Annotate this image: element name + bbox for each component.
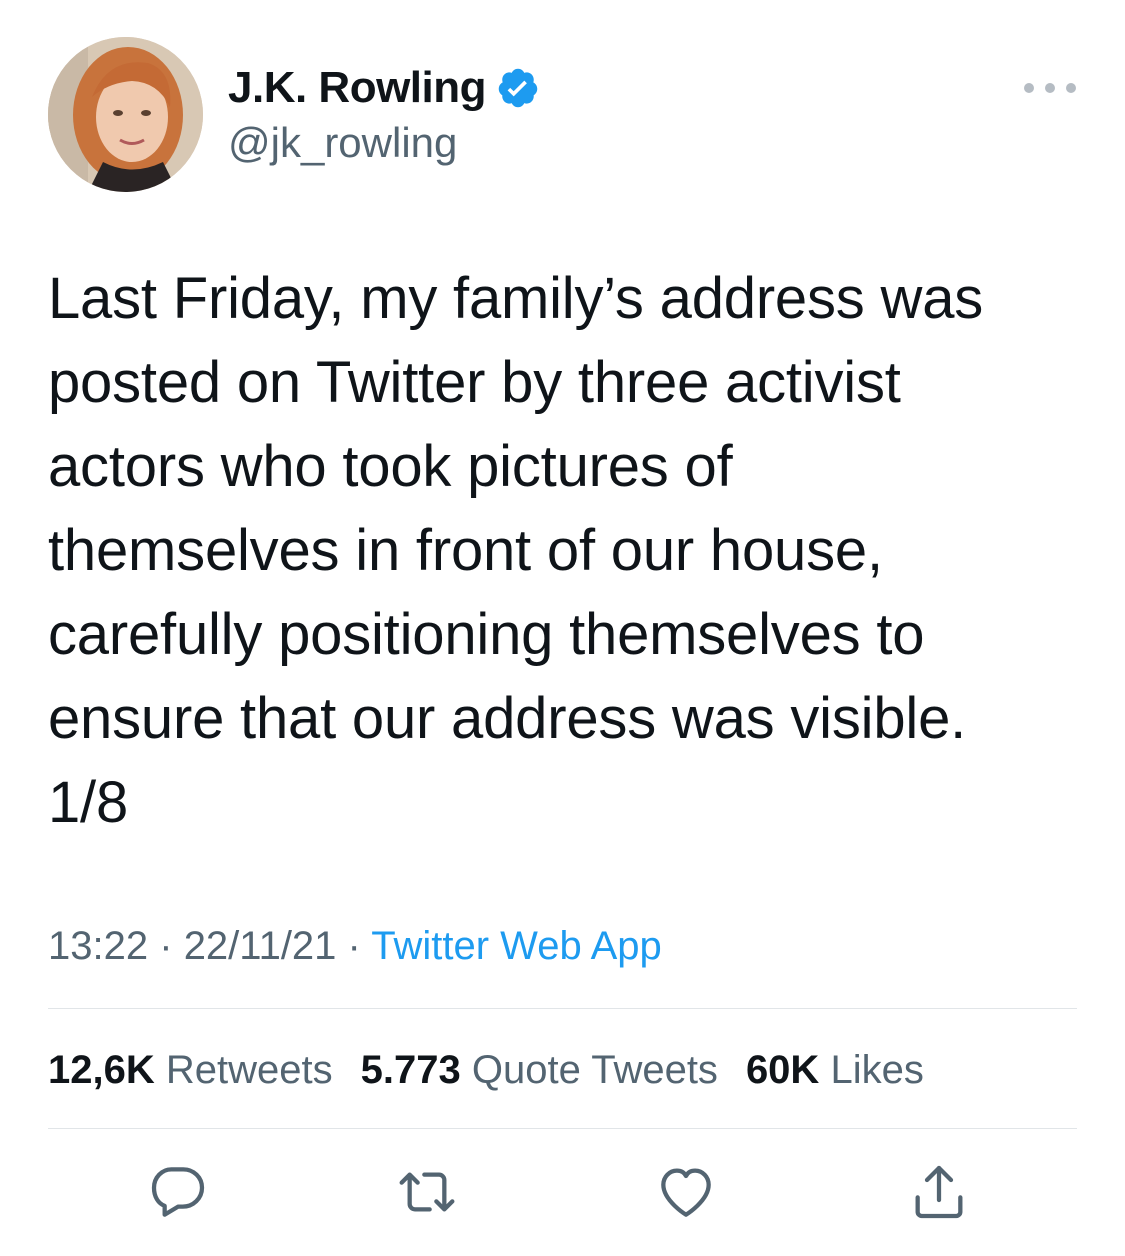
author-handle[interactable]: @jk_rowling	[228, 118, 457, 168]
tweet-text-line: Last Friday, my family’s address was	[48, 266, 984, 331]
tweet-source-link[interactable]: Twitter Web App	[371, 924, 662, 968]
quote-tweets-label: Quote Tweets	[471, 1048, 718, 1092]
tweet-text: Last Friday, my family’s address was pos…	[48, 257, 1098, 845]
likes-count: 60K	[745, 1048, 820, 1092]
like-button[interactable]	[654, 1160, 718, 1224]
likes-stat[interactable]: 60K Likes	[746, 1045, 924, 1095]
tweet-meta: 13:22 · 22/11/21 · Twitter Web App	[48, 922, 662, 970]
author-name-text: J.K. Rowling	[228, 63, 487, 112]
reply-icon	[151, 1167, 205, 1217]
quote-tweets-stat[interactable]: 5.773 Quote Tweets	[361, 1045, 718, 1095]
tweet-text-line: themselves in front of our house,	[48, 518, 883, 583]
share-icon	[915, 1165, 963, 1219]
retweet-icon	[399, 1172, 455, 1212]
tweet-card: J.K. Rowling @jk_rowling Last Friday, my…	[0, 0, 1125, 1256]
tweet-date[interactable]: 22/11/21	[184, 924, 337, 968]
retweets-stat[interactable]: 12,6K Retweets	[48, 1045, 333, 1095]
avatar-photo	[48, 37, 203, 192]
more-options-icon[interactable]	[1024, 76, 1076, 100]
verified-badge-icon	[496, 66, 540, 110]
retweets-label: Retweets	[165, 1048, 333, 1092]
tweet-stats: 12,6K Retweets 5.773 Quote Tweets 60K Li…	[48, 1045, 924, 1095]
likes-label: Likes	[830, 1048, 924, 1092]
tweet-text-line: actors who took pictures of	[48, 434, 733, 499]
tweet-time[interactable]: 13:22	[48, 924, 148, 968]
retweet-button[interactable]	[395, 1160, 459, 1224]
more-dot	[1045, 83, 1055, 93]
divider	[48, 1128, 1077, 1129]
more-dot	[1024, 83, 1034, 93]
more-dot	[1066, 83, 1076, 93]
tweet-text-line: posted on Twitter by three activist	[48, 350, 901, 415]
divider	[48, 1008, 1077, 1009]
avatar[interactable]	[48, 37, 203, 192]
meta-separator: ·	[159, 924, 173, 968]
quote-tweets-count: 5.773	[360, 1048, 461, 1092]
tweet-text-line: carefully positioning themselves to	[48, 602, 925, 667]
retweets-count: 12,6K	[48, 1048, 155, 1092]
meta-separator: ·	[347, 924, 361, 968]
share-button[interactable]	[907, 1160, 971, 1224]
author-name[interactable]: J.K. Rowling	[228, 62, 540, 114]
reply-button[interactable]	[146, 1160, 210, 1224]
tweet-text-line: ensure that our address was visible.	[48, 686, 967, 751]
heart-icon	[661, 1168, 711, 1217]
tweet-text-line: 1/8	[48, 770, 129, 835]
